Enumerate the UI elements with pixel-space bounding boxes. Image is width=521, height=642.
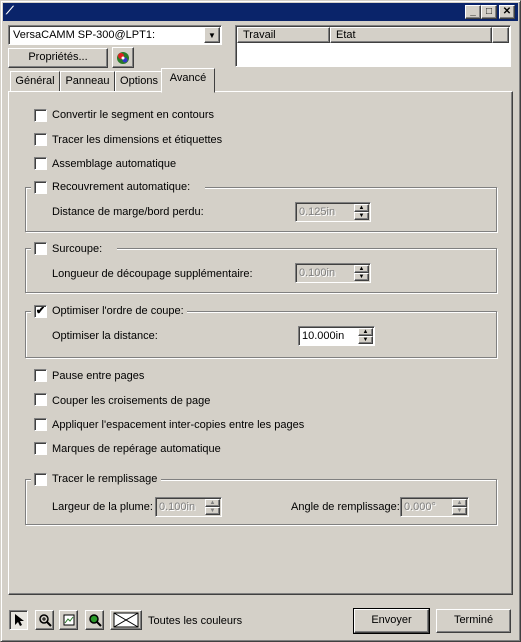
- convert-segment-label[interactable]: Convertir le segment en contours: [52, 109, 214, 122]
- auto-assembly-label[interactable]: Assemblage automatique: [52, 158, 176, 171]
- inter-copy-spacing-checkbox[interactable]: [34, 418, 47, 431]
- spin-up-icon[interactable]: ▲: [354, 265, 369, 273]
- spinner-buttons: ▲ ▼: [452, 499, 467, 515]
- margin-distance-value: 0.125in: [299, 206, 336, 218]
- spin-up-icon[interactable]: ▲: [205, 499, 220, 507]
- minimize-button[interactable]: _: [465, 5, 481, 19]
- pen-width-value: 0.100in: [159, 501, 196, 513]
- color-settings-button[interactable]: [112, 47, 134, 68]
- pen-width-label: Largeur de la plume:: [52, 501, 153, 513]
- spinner-buttons: ▲ ▼: [354, 265, 369, 281]
- spinner-buttons: ▲ ▼: [358, 328, 373, 344]
- auto-overlap-checkbox[interactable]: [34, 181, 47, 194]
- spinner-buttons: ▲ ▼: [205, 499, 220, 515]
- optimize-distance-spinner[interactable]: 10.000in ▲ ▼: [298, 326, 375, 346]
- auto-registration-checkbox[interactable]: [34, 442, 47, 455]
- spin-up-icon[interactable]: ▲: [358, 328, 373, 336]
- fill-angle-value: 0.000°: [404, 501, 436, 513]
- fill-checkbox[interactable]: [34, 473, 47, 486]
- cut-crossings-label[interactable]: Couper les croisements de page: [52, 395, 210, 408]
- printer-select-value: VersaCAMM SP-300@LPT1:: [13, 29, 155, 41]
- properties-button[interactable]: Propriétés...: [8, 48, 108, 68]
- extra-cut-length-value: 0.100in: [299, 267, 336, 279]
- optimize-order-label[interactable]: Optimiser l'ordre de coupe:: [52, 305, 184, 318]
- fill-angle-spinner[interactable]: 0.000° ▲ ▼: [400, 497, 469, 517]
- fit-page-icon[interactable]: [59, 610, 78, 630]
- convert-segment-checkbox[interactable]: [34, 109, 47, 122]
- pause-pages-label[interactable]: Pause entre pages: [52, 370, 144, 383]
- fill-angle-label: Angle de remplissage:: [291, 501, 400, 513]
- spin-up-icon[interactable]: ▲: [354, 204, 369, 212]
- overcut-checkbox[interactable]: [34, 242, 47, 255]
- spin-down-icon[interactable]: ▼: [358, 336, 373, 344]
- auto-assembly-checkbox[interactable]: [34, 157, 47, 170]
- spin-down-icon[interactable]: ▼: [354, 212, 369, 220]
- color-filter-label: Toutes les couleurs: [148, 615, 243, 627]
- maximize-button[interactable]: □: [481, 5, 497, 19]
- pointer-icon[interactable]: [9, 610, 28, 630]
- optimize-order-checkbox[interactable]: ✔: [34, 305, 47, 318]
- optimize-distance-label: Optimiser la distance:: [52, 330, 158, 342]
- tab-general[interactable]: Général: [10, 71, 60, 92]
- queue-column-status[interactable]: Etat: [330, 27, 492, 43]
- tab-panel[interactable]: Panneau: [60, 71, 115, 92]
- printer-select[interactable]: VersaCAMM SP-300@LPT1: ▼: [8, 25, 222, 45]
- trace-dimensions-checkbox[interactable]: [34, 133, 47, 146]
- zoom-color-icon[interactable]: [85, 610, 104, 630]
- spinner-buttons: ▲ ▼: [354, 204, 369, 220]
- extra-cut-length-spinner[interactable]: 0.100in ▲ ▼: [295, 263, 371, 283]
- tab-advanced[interactable]: Avancé: [161, 68, 215, 93]
- envelope-icon[interactable]: [110, 610, 142, 630]
- close-button[interactable]: ✕: [499, 5, 515, 19]
- margin-distance-label: Distance de marge/bord perdu:: [52, 206, 204, 218]
- overcut-label[interactable]: Surcoupe:: [52, 243, 102, 256]
- queue-column-job[interactable]: Travail: [237, 27, 330, 43]
- chevron-down-icon[interactable]: ▼: [204, 27, 220, 43]
- pause-pages-checkbox[interactable]: [34, 369, 47, 382]
- auto-overlap-label[interactable]: Recouvrement automatique:: [52, 181, 190, 194]
- margin-distance-spinner[interactable]: 0.125in ▲ ▼: [295, 202, 371, 222]
- auto-registration-label[interactable]: Marques de repérage automatique: [52, 443, 221, 456]
- color-gear-icon: [117, 52, 129, 64]
- spin-up-icon[interactable]: ▲: [452, 499, 467, 507]
- spin-down-icon[interactable]: ▼: [205, 507, 220, 515]
- zoom-in-icon[interactable]: [35, 610, 54, 630]
- tab-options[interactable]: Options: [115, 71, 163, 92]
- fill-label[interactable]: Tracer le remplissage: [52, 473, 157, 486]
- optimize-distance-value: 10.000in: [302, 330, 345, 342]
- cut-crossings-checkbox[interactable]: [34, 393, 47, 406]
- ruler-icon: ⟋: [6, 5, 14, 17]
- trace-dimensions-label[interactable]: Tracer les dimensions et étiquettes: [52, 134, 222, 147]
- pen-width-spinner[interactable]: 0.100in ▲ ▼: [155, 497, 222, 517]
- extra-cut-length-label: Longueur de découpage supplémentaire:: [52, 268, 253, 280]
- job-queue[interactable]: Travail Etat: [235, 25, 511, 67]
- send-button[interactable]: Envoyer: [353, 608, 430, 634]
- queue-column-blank: [492, 27, 509, 43]
- title-bar[interactable]: [3, 3, 518, 21]
- inter-copy-spacing-label[interactable]: Appliquer l'espacement inter-copies entr…: [52, 419, 304, 432]
- spin-down-icon[interactable]: ▼: [452, 507, 467, 515]
- done-button[interactable]: Terminé: [436, 609, 511, 633]
- spin-down-icon[interactable]: ▼: [354, 273, 369, 281]
